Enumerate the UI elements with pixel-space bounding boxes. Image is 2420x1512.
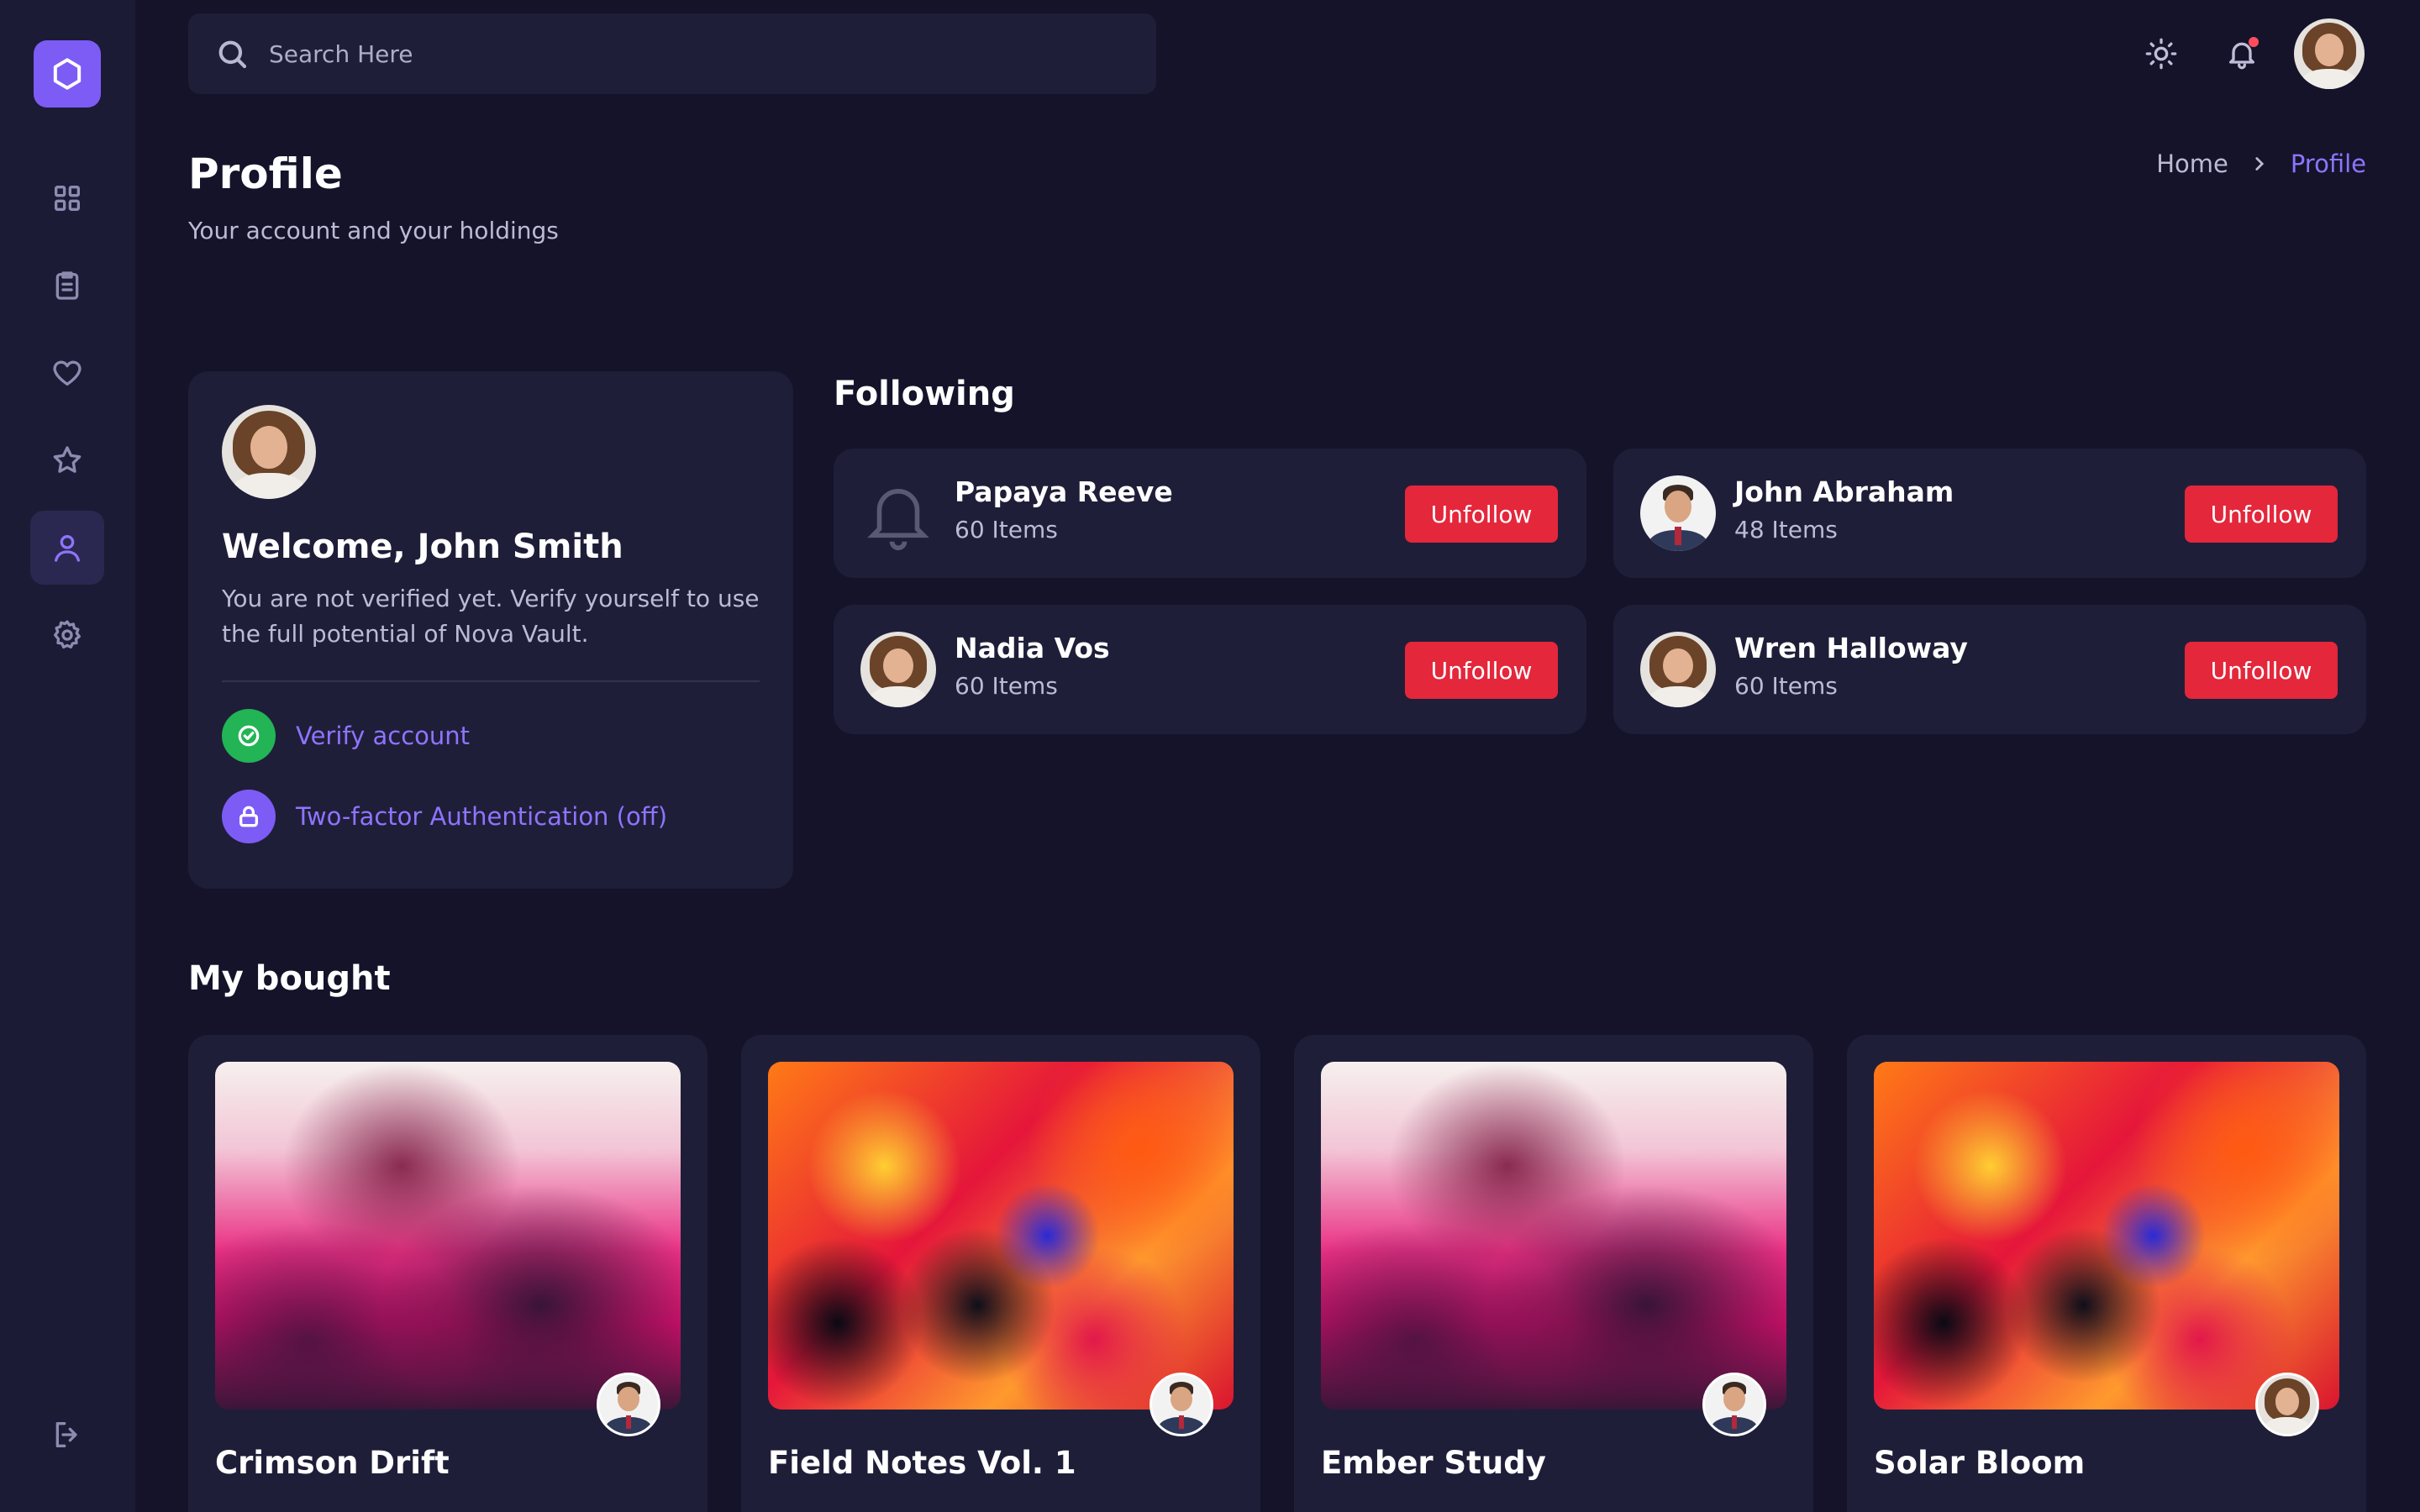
verification-notice: You are not verified yet. Verify yoursel… [222, 585, 760, 648]
following-card: Papaya Reeve 60 Items Unfollow [834, 449, 1586, 578]
heart-icon [53, 360, 82, 386]
following-count: 60 Items [955, 672, 1058, 700]
nft-card[interactable]: Field Notes Vol. 1 [741, 1035, 1260, 1512]
grid-icon [55, 186, 81, 211]
notifications-button[interactable] [2222, 34, 2262, 74]
sidebar-item-orders[interactable] [30, 249, 104, 323]
two-factor-label: Two-factor Authentication (off) [296, 802, 668, 831]
verify-account-link[interactable]: Verify account [222, 709, 470, 763]
nft-title[interactable]: Ember Study [1321, 1445, 1546, 1481]
following-card: Nadia Vos 60 Items Unfollow [834, 605, 1586, 734]
nft-image[interactable] [215, 1062, 681, 1410]
welcome-heading: Welcome, John Smith [222, 528, 623, 566]
following-title: Following [834, 375, 1015, 413]
following-name[interactable]: John Abraham [1734, 475, 1954, 508]
sidebar-item-favorites[interactable] [30, 336, 104, 410]
breadcrumb-current: Profile [2290, 150, 2366, 178]
theme-toggle-button[interactable] [2141, 34, 2181, 74]
unfollow-button[interactable]: Unfollow [2185, 642, 2338, 699]
sidebar-item-profile[interactable] [30, 511, 104, 585]
following-card: Wren Halloway 60 Items Unfollow [1613, 605, 2366, 734]
owner-avatar[interactable] [1702, 1373, 1766, 1436]
clipboard-icon [55, 271, 79, 300]
sidebar-item-dashboard[interactable] [30, 161, 104, 235]
divider [222, 680, 760, 682]
nft-image[interactable] [768, 1062, 1234, 1410]
breadcrumb-home[interactable]: Home [2156, 150, 2228, 178]
nft-card[interactable]: Solar Bloom [1847, 1035, 2366, 1512]
following-count: 48 Items [1734, 516, 1838, 543]
my-bought-title: My bought [188, 959, 391, 998]
nft-image[interactable] [1874, 1062, 2339, 1410]
logout-icon [55, 1422, 77, 1447]
avatar [1640, 475, 1716, 551]
chevron-right-icon [2255, 157, 2264, 171]
user-avatar[interactable] [2294, 18, 2365, 89]
sidebar [0, 0, 135, 1512]
unfollow-button[interactable]: Unfollow [1405, 486, 1558, 543]
nft-title[interactable]: Crimson Drift [215, 1445, 450, 1481]
owner-avatar[interactable] [2255, 1373, 2319, 1436]
search-icon [218, 40, 247, 69]
search-bar[interactable] [188, 13, 1156, 94]
logout-button[interactable] [30, 1398, 104, 1472]
nft-card[interactable]: Crimson Drift [188, 1035, 708, 1512]
two-factor-link[interactable]: Two-factor Authentication (off) [222, 790, 667, 843]
breadcrumb: Home Profile [2156, 150, 2366, 178]
star-icon [53, 446, 82, 473]
nft-card[interactable]: Ember Study [1294, 1035, 1813, 1512]
nft-title[interactable]: Field Notes Vol. 1 [768, 1445, 1076, 1481]
verify-account-label: Verify account [296, 722, 471, 750]
following-card: John Abraham 48 Items Unfollow [1613, 449, 2366, 578]
gear-icon [54, 620, 82, 648]
profile-avatar [222, 405, 316, 499]
owner-avatar[interactable] [1150, 1373, 1213, 1436]
page-title: Profile [188, 150, 343, 198]
avatar [1640, 632, 1716, 707]
following-count: 60 Items [1734, 672, 1838, 700]
sidebar-item-settings[interactable] [30, 598, 104, 672]
logo-icon[interactable] [34, 40, 101, 108]
nft-title[interactable]: Solar Bloom [1874, 1445, 2085, 1481]
following-count: 60 Items [955, 516, 1058, 543]
bell-icon [860, 475, 936, 551]
owner-avatar[interactable] [597, 1373, 660, 1436]
avatar [860, 632, 936, 707]
following-name[interactable]: Papaya Reeve [955, 475, 1173, 508]
unfollow-button[interactable]: Unfollow [1405, 642, 1558, 699]
notification-dot [2249, 37, 2259, 47]
nft-image[interactable] [1321, 1062, 1786, 1410]
sidebar-item-starred[interactable] [30, 423, 104, 497]
following-name[interactable]: Nadia Vos [955, 632, 1110, 664]
search-input[interactable] [269, 39, 1025, 68]
following-name[interactable]: Wren Halloway [1734, 632, 1968, 664]
page-subtitle: Your account and your holdings [188, 217, 559, 244]
lock-icon [222, 790, 276, 843]
unfollow-button[interactable]: Unfollow [2185, 486, 2338, 543]
profile-card: Welcome, John Smith You are not verified… [188, 371, 793, 889]
user-icon [55, 535, 81, 562]
check-circle-icon [222, 709, 276, 763]
sun-icon [2145, 38, 2177, 70]
